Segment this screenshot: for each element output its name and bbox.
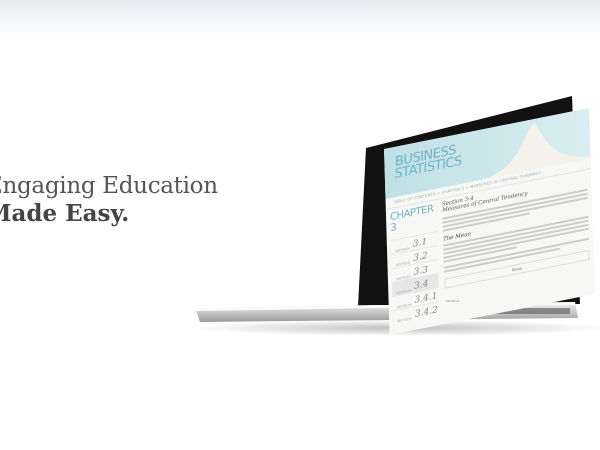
chapter-sidebar: CHAPTER 3 SECTION 3.1 SECTION 3.2 SECTION 3… — [390, 203, 440, 325]
section-label: SECTION — [397, 316, 413, 324]
section-number: 3.4.2 — [414, 305, 438, 320]
laptop-label: MacBook — [446, 299, 460, 303]
ebook-title: BUSINESS STATISTICS — [394, 143, 462, 183]
